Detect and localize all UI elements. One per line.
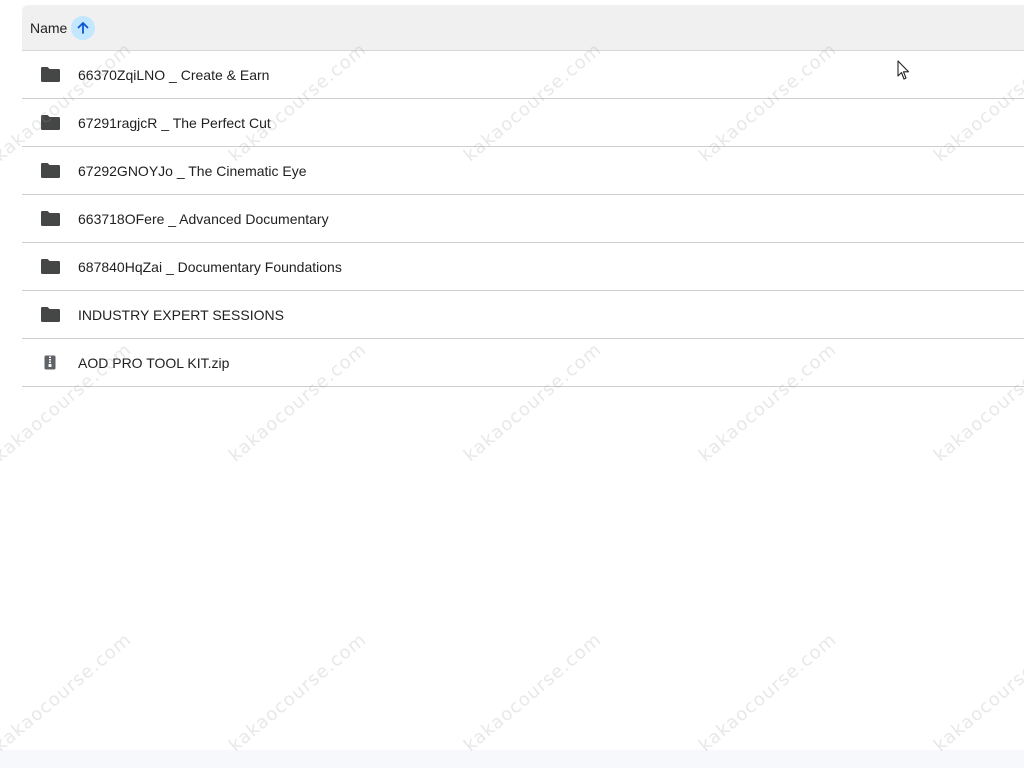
file-name: 66370ZqiLNO _ Create & Earn [78,66,270,83]
file-row-zip[interactable]: AOD PRO TOOL KIT.zip [22,339,1024,387]
watermark-text: kakaocourse.com [225,629,371,757]
folder-row[interactable]: 66370ZqiLNO _ Create & Earn [22,51,1024,99]
folder-icon [39,208,61,230]
file-name: 687840HqZai _ Documentary Foundations [78,258,342,275]
folder-row[interactable]: 687840HqZai _ Documentary Foundations [22,243,1024,291]
file-browser-page: Name 66370ZqiLNO _ Create & Earn 67291rag… [0,0,1024,768]
file-name: AOD PRO TOOL KIT.zip [78,354,230,371]
file-list: Name 66370ZqiLNO _ Create & Earn 67291rag… [22,5,1024,387]
watermark-text: kakaocourse.com [695,629,841,757]
file-name: INDUSTRY EXPERT SESSIONS [78,306,284,323]
folder-icon [39,256,61,278]
watermark-text: kakaocourse.com [460,629,606,757]
column-header-row: Name [22,5,1024,51]
folder-icon [39,112,61,134]
left-gutter [0,0,22,750]
folder-icon [39,64,61,86]
folder-row[interactable]: 67291ragjcR _ The Perfect Cut [22,99,1024,147]
sort-ascending-button[interactable] [71,15,96,40]
file-name: 67292GNOYJo _ The Cinematic Eye [78,162,307,179]
file-name: 67291ragjcR _ The Perfect Cut [78,114,271,131]
bottom-bar [0,750,1024,768]
watermark-text: kakaocourse.com [930,629,1024,757]
name-column-header[interactable]: Name [30,20,67,36]
arrow-up-icon [77,21,89,34]
mouse-cursor-icon [897,60,910,80]
folder-row[interactable]: INDUSTRY EXPERT SESSIONS [22,291,1024,339]
zip-file-icon [39,352,61,374]
file-name: 663718OFere _ Advanced Documentary [78,210,329,227]
folder-icon [39,160,61,182]
folder-row[interactable]: 67292GNOYJo _ The Cinematic Eye [22,147,1024,195]
folder-icon [39,304,61,326]
folder-row[interactable]: 663718OFere _ Advanced Documentary [22,195,1024,243]
